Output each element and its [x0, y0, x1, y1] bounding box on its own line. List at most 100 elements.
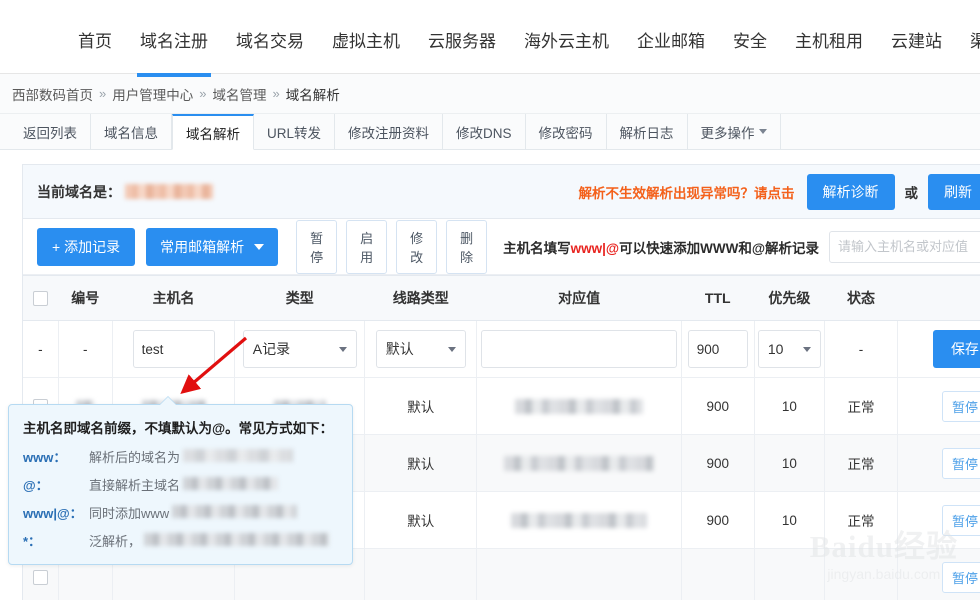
nav-item-channel-cooperation[interactable]: 渠道合作: [970, 21, 980, 63]
tooltip-masked-www-at: [172, 505, 298, 518]
current-domain-value-masked: [125, 184, 213, 199]
delete-button[interactable]: 删除: [446, 219, 488, 274]
header-host: 主机名: [112, 275, 235, 321]
tab-domain-resolution[interactable]: 域名解析: [172, 114, 254, 150]
edit-row-priority-cell: 10: [754, 320, 826, 378]
tooltip-desc-www: 解析后的域名为: [89, 450, 181, 465]
row-priority: [754, 548, 826, 600]
nav-item-enterprise-mail[interactable]: 企业邮箱: [637, 21, 705, 63]
line-type-value: 默认: [385, 341, 414, 357]
row-pause-button[interactable]: 暂停: [941, 504, 980, 536]
record-value-input[interactable]: [481, 330, 678, 368]
refresh-button[interactable]: 刷新: [928, 173, 980, 210]
breadcrumb-item-user-center[interactable]: 用户管理中心: [112, 84, 193, 104]
add-record-button[interactable]: + 添加记录: [37, 227, 136, 266]
row-action-cell: 暂停: [897, 434, 980, 492]
header-value: 对应值: [476, 275, 682, 321]
nav-item-home[interactable]: 首页: [78, 21, 112, 63]
tab-modify-dns[interactable]: 修改DNS: [443, 114, 526, 149]
modify-button[interactable]: 修改: [396, 219, 438, 274]
nav-item-cloud-site-builder[interactable]: 云建站: [891, 21, 942, 63]
nav-item-domain-register[interactable]: 域名注册: [137, 21, 211, 77]
hint-prefix: 主机名填写: [503, 240, 571, 256]
tooltip-title: 主机名即域名前缀，不填默认为@。常见方式如下：: [23, 421, 334, 436]
select-all-checkbox[interactable]: [33, 291, 49, 307]
tooltip-desc-www-at: 同时添加www: [89, 506, 170, 521]
nav-item-overseas-cloud-host[interactable]: 海外云主机: [524, 21, 609, 63]
save-button[interactable]: 保存: [932, 330, 980, 368]
nav-item-virtual-host[interactable]: 虚拟主机: [332, 21, 400, 63]
header-status: 状态: [824, 275, 898, 321]
tab-edit-registration[interactable]: 修改注册资料: [335, 114, 444, 149]
record-type-value: A记录: [252, 341, 291, 357]
chevron-down-icon: [802, 346, 811, 352]
ttl-input[interactable]: [687, 330, 748, 368]
row-ttl: 900: [681, 491, 755, 549]
row-ttl: 900: [681, 434, 755, 492]
nav-item-domain-trade[interactable]: 域名交易: [236, 21, 304, 63]
row-checkbox[interactable]: [32, 569, 48, 585]
breadcrumb-separator-icon: »: [199, 86, 207, 101]
status-badge: 正常: [824, 377, 898, 435]
tab-change-password[interactable]: 修改密码: [526, 114, 607, 149]
tooltip-key-www-at: www|@：: [23, 506, 83, 521]
tab-resolution-log[interactable]: 解析日志: [607, 114, 688, 149]
tab-back-to-list[interactable]: 返回列表: [10, 114, 91, 149]
tooltip-row-wildcard: *： 泛解析，: [23, 531, 338, 550]
edit-row-value-cell: [476, 320, 682, 378]
row-ttl: 900: [681, 377, 755, 435]
row-ttl: [681, 548, 755, 600]
record-type-select[interactable]: A记录: [242, 330, 357, 368]
table-row-edit: - - A记录 默认: [23, 320, 980, 378]
status-badge: [824, 548, 898, 600]
line-type-select[interactable]: 默认: [375, 330, 466, 368]
tooltip-desc-wildcard: 泛解析，: [89, 534, 142, 549]
nav-item-security[interactable]: 安全: [733, 21, 767, 63]
search-input[interactable]: [828, 230, 980, 263]
chevron-down-icon: [338, 346, 347, 352]
tab-domain-info[interactable]: 域名信息: [91, 114, 172, 149]
row-pause-button[interactable]: 暂停: [941, 447, 980, 479]
tooltip-row-www-at: www|@： 同时添加www: [23, 503, 338, 522]
row-value-masked: [515, 398, 644, 414]
breadcrumb-item-domain-resolution: 域名解析: [285, 87, 340, 103]
chevron-down-icon: [758, 129, 767, 134]
tooltip-key-www: www：: [23, 450, 67, 465]
tooltip-key-wildcard: *：: [23, 534, 42, 549]
host-name-tooltip: 主机名即域名前缀，不填默认为@。常见方式如下： www： 解析后的域名为 @： …: [8, 396, 353, 565]
status-badge: 正常: [824, 491, 898, 549]
row-value-masked: [504, 455, 655, 471]
breadcrumb-separator-icon: »: [272, 86, 280, 101]
tab-more-actions[interactable]: 更多操作: [688, 114, 781, 149]
header-type: 类型: [234, 275, 365, 321]
select-all-header[interactable]: [23, 275, 59, 321]
row-line-type: [364, 548, 478, 600]
hint-highlight: www|@: [570, 240, 620, 256]
diagnose-button[interactable]: 解析诊断: [806, 173, 895, 210]
chevron-down-icon: [254, 243, 265, 250]
tab-url-forward[interactable]: URL转发: [254, 114, 336, 149]
row-pause-button[interactable]: 暂停: [941, 390, 980, 422]
enable-button[interactable]: 启用: [346, 219, 388, 274]
priority-value: 10: [767, 341, 784, 357]
records-toolbar: + 添加记录 常用邮箱解析 暂停 启用 修改 删除 主机名填写www|@可以快速…: [23, 219, 980, 275]
page-root: 首页 域名注册 域名交易 虚拟主机 云服务器 海外云主机 企业邮箱 安全 主机租…: [0, 0, 980, 600]
pause-button[interactable]: 暂停: [296, 219, 338, 274]
or-text: 或: [904, 185, 919, 201]
nav-item-host-rental[interactable]: 主机租用: [795, 21, 863, 63]
row-action-cell: 暂停: [897, 548, 980, 600]
row-value: [476, 491, 682, 549]
mail-resolve-dropdown[interactable]: 常用邮箱解析: [146, 227, 279, 266]
tooltip-masked-at: [183, 477, 279, 490]
breadcrumb-item-home[interactable]: 西部数码首页: [12, 84, 93, 104]
nav-item-cloud-server[interactable]: 云服务器: [428, 21, 496, 63]
row-pause-button[interactable]: 暂停: [941, 561, 980, 593]
row-value: [476, 548, 682, 600]
breadcrumb-item-domain-management[interactable]: 域名管理: [212, 84, 266, 104]
host-name-hint: 主机名填写www|@可以快速添加WWW和@解析记录: [503, 237, 819, 257]
mail-resolve-label: 常用邮箱解析: [160, 238, 245, 255]
row-priority: 10: [754, 491, 826, 549]
priority-select[interactable]: 10: [757, 330, 821, 368]
host-name-input[interactable]: [132, 330, 215, 368]
row-priority: 10: [754, 434, 826, 492]
